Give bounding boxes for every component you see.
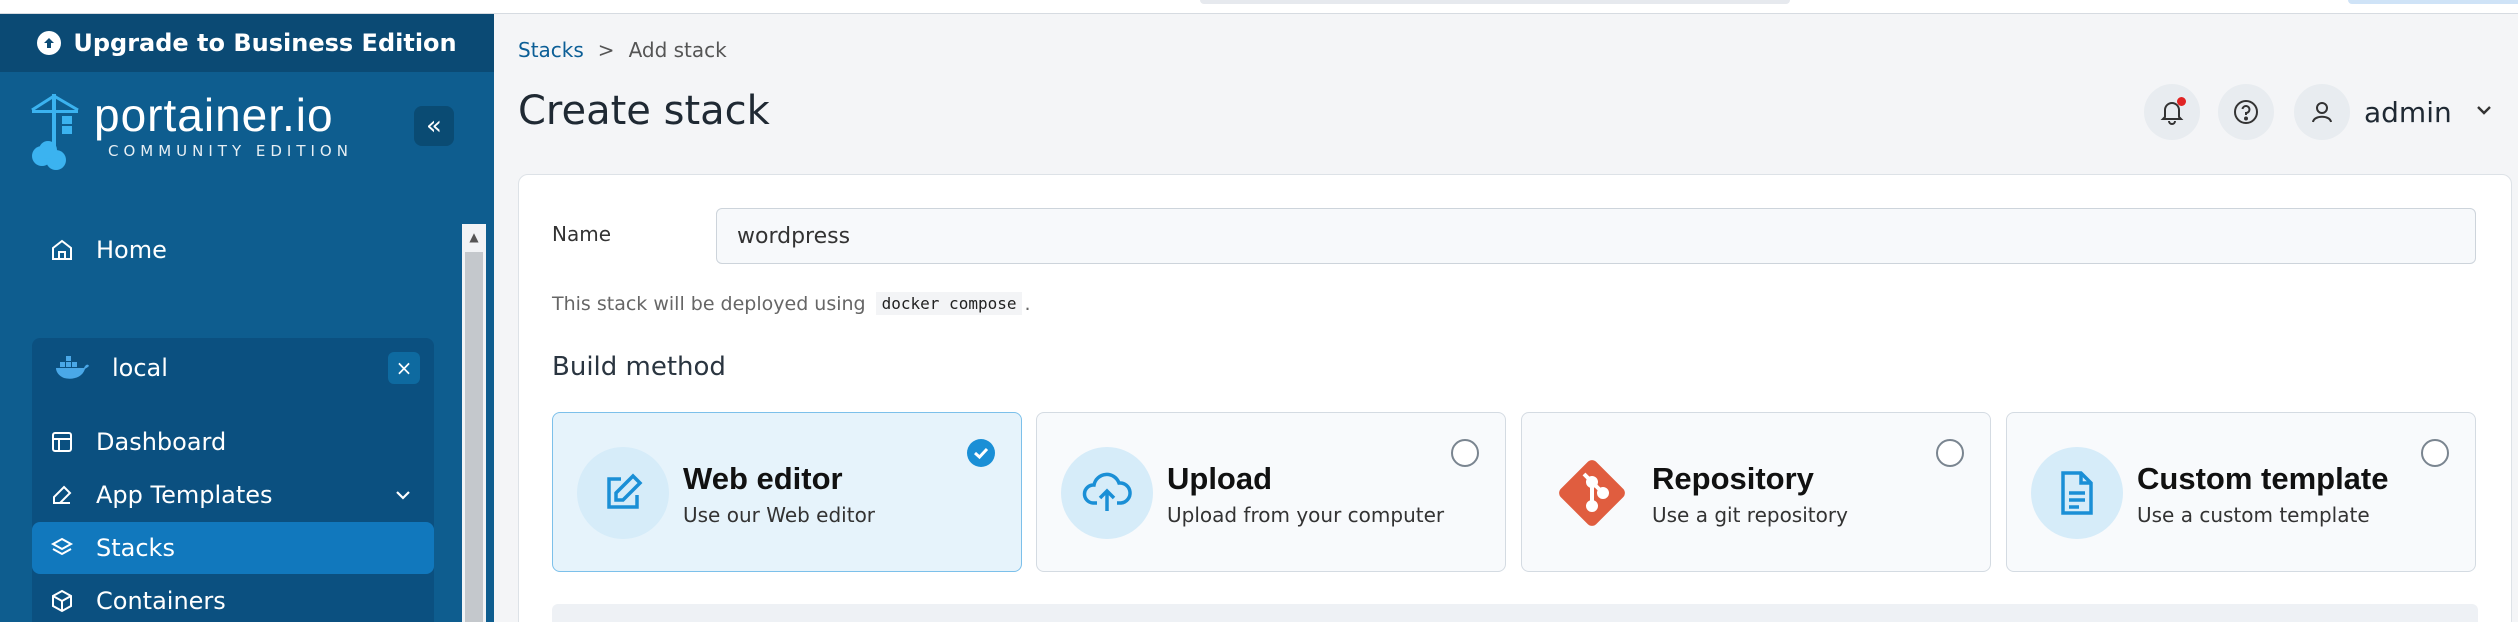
chevron-down-icon[interactable] <box>392 484 414 506</box>
scroll-up-arrow-icon[interactable]: ▲ <box>462 224 486 250</box>
method-title: Custom template <box>2137 461 2389 496</box>
sidebar-item-stacks[interactable]: Stacks <box>32 522 434 574</box>
method-radio[interactable] <box>1936 439 1964 467</box>
top-strip-tab <box>1200 0 1790 4</box>
sidebar: Upgrade to Business Edition portainer.io… <box>0 14 494 622</box>
stack-name-input[interactable] <box>716 208 2476 264</box>
top-strip-tab <box>2348 0 2518 4</box>
build-method-title: Build method <box>552 352 726 382</box>
double-chevron-left-icon: « <box>426 111 442 141</box>
upgrade-banner[interactable]: Upgrade to Business Edition <box>0 14 494 72</box>
sidebar-item-label: App Templates <box>96 481 273 509</box>
browser-top-strip <box>0 0 2518 14</box>
upgrade-label: Upgrade to Business Edition <box>73 29 457 57</box>
edit-icon <box>53 485 72 504</box>
user-icon <box>2312 102 2332 123</box>
portainer-crane-icon <box>31 94 79 170</box>
help-button[interactable] <box>2218 84 2274 140</box>
upload-cloud-icon <box>1061 447 1153 539</box>
editor-area-top <box>552 604 2478 622</box>
method-subtitle: Use a custom template <box>2137 503 2370 527</box>
dashboard-icon <box>52 432 72 452</box>
collapse-sidebar-button[interactable]: « <box>414 106 454 146</box>
sidebar-item-app-templates[interactable]: App Templates <box>32 469 434 521</box>
method-subtitle: Upload from your computer <box>1167 503 1445 527</box>
home-icon <box>52 239 72 260</box>
page-title: Create stack <box>518 88 770 134</box>
method-subtitle: Use our Web editor <box>683 503 876 527</box>
check-icon <box>974 447 989 460</box>
brand-edition: COMMUNITY EDITION <box>108 142 353 160</box>
arrow-up-circle-icon <box>37 31 62 55</box>
docker-icon <box>56 356 89 379</box>
hint-code: docker compose <box>875 292 1023 315</box>
sidebar-item-home[interactable]: Home <box>32 224 434 276</box>
breadcrumb-current: Add stack <box>628 38 727 62</box>
sidebar-item-label: Stacks <box>96 534 175 562</box>
close-icon: × <box>395 356 413 380</box>
sidebar-item-label: Dashboard <box>96 428 227 456</box>
hint-text: This stack will be deployed using <box>552 292 866 315</box>
method-title: Repository <box>1652 461 1814 496</box>
user-name[interactable]: admin <box>2364 96 2452 129</box>
edit-icon <box>577 447 669 539</box>
sidebar-item-label: Home <box>96 236 167 264</box>
build-method-upload[interactable]: Upload Upload from your computer <box>1036 412 1506 572</box>
breadcrumb-link-stacks[interactable]: Stacks <box>518 38 584 62</box>
deploy-hint: This stack will be deployed using docker… <box>552 292 1031 315</box>
environment-name: local <box>112 354 168 382</box>
method-radio[interactable] <box>2421 439 2449 467</box>
brand-name: portainer.io <box>94 89 334 141</box>
hint-suffix: . <box>1024 292 1031 315</box>
method-radio[interactable] <box>1451 439 1479 467</box>
build-method-repository[interactable]: Repository Use a git repository <box>1521 412 1991 572</box>
user-menu-button[interactable] <box>2294 84 2350 140</box>
method-title: Upload <box>1167 461 1273 496</box>
file-text-icon <box>2031 447 2123 539</box>
environment-header[interactable]: local <box>32 338 434 398</box>
sidebar-item-label: Containers <box>96 587 226 615</box>
sidebar-scrollbar[interactable]: ▲ <box>462 224 486 622</box>
build-method-web-editor[interactable]: Web editor Use our Web editor <box>552 412 1022 572</box>
portainer-logo[interactable]: portainer.io COMMUNITY EDITION <box>28 92 353 172</box>
method-radio-selected[interactable] <box>967 439 995 467</box>
method-title: Web editor <box>683 461 843 496</box>
cube-icon <box>52 589 72 613</box>
notification-dot <box>2177 97 2186 106</box>
sidebar-item-containers[interactable]: Containers <box>32 575 434 622</box>
git-icon <box>1546 447 1638 539</box>
breadcrumb-separator: > <box>597 38 615 62</box>
method-subtitle: Use a git repository <box>1652 503 1848 527</box>
close-environment-button[interactable]: × <box>388 352 420 384</box>
sidebar-item-dashboard[interactable]: Dashboard <box>32 416 434 468</box>
breadcrumb: Stacks > Add stack <box>518 38 727 62</box>
notifications-button[interactable] <box>2144 84 2200 140</box>
chevron-down-icon[interactable] <box>2470 96 2498 124</box>
scroll-thumb[interactable] <box>465 252 483 622</box>
name-label: Name <box>552 222 612 246</box>
build-method-custom-template[interactable]: Custom template Use a custom template <box>2006 412 2476 572</box>
layers-icon <box>50 537 74 556</box>
help-circle-icon <box>2234 100 2258 124</box>
